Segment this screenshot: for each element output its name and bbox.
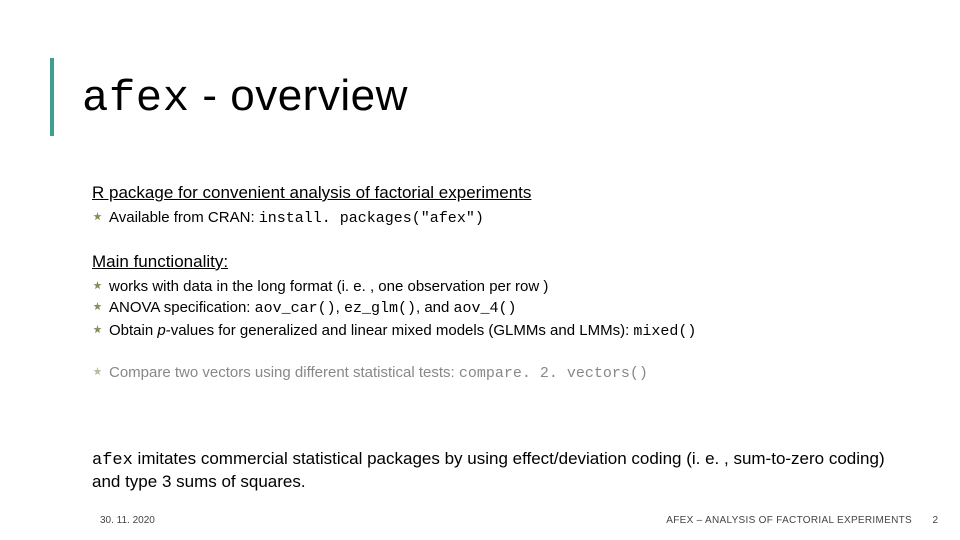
title-block: afex - overview	[50, 58, 408, 136]
bullet-text: Compare two vectors using different stat…	[109, 363, 648, 384]
bullet-text: ANOVA specification: aov_car(), ez_glm()…	[109, 298, 517, 319]
closing-rest: imitates commercial statistical packages…	[92, 449, 885, 491]
footer-page: 2	[932, 515, 938, 526]
bullet-text: Available from CRAN: install. packages("…	[109, 208, 484, 229]
star-icon	[92, 280, 103, 291]
section-main: Main functionality: works with data in t…	[92, 251, 920, 342]
bullet-longformat: works with data in the long format (i. e…	[92, 277, 920, 297]
slide: afex - overview R package for convenient…	[0, 0, 960, 540]
section-intro: R package for convenient analysis of fac…	[92, 182, 920, 229]
accent-bar	[50, 58, 54, 136]
intro-lead: R package for convenient analysis of fac…	[92, 182, 920, 204]
footer-title: AFEX – ANALYSIS OF FACTORIAL EXPERIMENTS	[666, 515, 912, 526]
main-lead: Main functionality:	[92, 251, 920, 273]
star-icon	[92, 366, 103, 377]
closing-text: afex imitates commercial statistical pac…	[92, 448, 910, 493]
closing-mono: afex	[92, 451, 133, 470]
footer-date: 30. 11. 2020	[100, 515, 155, 526]
star-icon	[92, 324, 103, 335]
slide-title: afex - overview	[82, 71, 408, 124]
title-mono: afex	[82, 74, 190, 124]
title-rest: - overview	[190, 71, 408, 120]
star-icon	[92, 301, 103, 312]
bullet-pvalues: Obtain p-values for generalized and line…	[92, 321, 920, 342]
slide-body: R package for convenient analysis of fac…	[92, 182, 920, 406]
section-compare: Compare two vectors using different stat…	[92, 363, 920, 384]
bullet-anova: ANOVA specification: aov_car(), ez_glm()…	[92, 298, 920, 319]
bullet-compare: Compare two vectors using different stat…	[92, 363, 920, 384]
bullet-text: works with data in the long format (i. e…	[109, 277, 548, 297]
star-icon	[92, 211, 103, 222]
bullet-text: Obtain p-values for generalized and line…	[109, 321, 696, 342]
bullet-cran: Available from CRAN: install. packages("…	[92, 208, 920, 229]
